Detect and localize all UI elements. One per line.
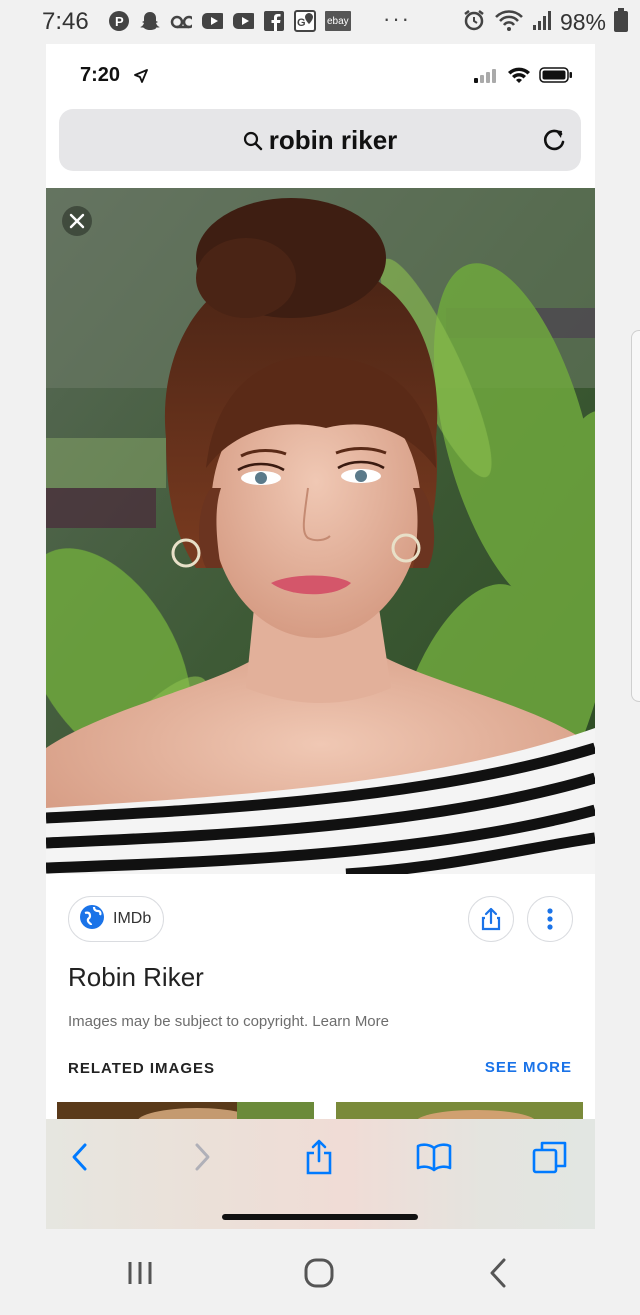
- alarm-icon: [462, 8, 486, 37]
- back-icon: [490, 1258, 506, 1288]
- forward-button[interactable]: [182, 1137, 222, 1177]
- source-chip[interactable]: IMDb: [68, 896, 164, 942]
- edge-panel-handle[interactable]: [631, 330, 640, 702]
- tabs-button[interactable]: [530, 1137, 570, 1177]
- system-indicators: 98%: [462, 8, 628, 37]
- ios-clock: 7:20: [80, 64, 121, 86]
- share-result-button[interactable]: [468, 896, 514, 942]
- home-icon: [304, 1258, 334, 1288]
- cell-signal-icon: [473, 67, 499, 88]
- voicemail-icon: [170, 10, 192, 32]
- related-images-header: RELATED IMAGES: [68, 1060, 216, 1077]
- youtube-icon: [201, 10, 223, 32]
- search-icon: [243, 127, 263, 158]
- youtube-icon: [232, 10, 254, 32]
- svg-text:ebay: ebay: [327, 16, 349, 27]
- battery-percent: 98%: [559, 9, 606, 35]
- svg-text:P: P: [115, 14, 124, 29]
- search-query[interactable]: robin riker: [269, 125, 398, 155]
- chevron-left-icon: [72, 1143, 87, 1171]
- globe-icon: [79, 904, 105, 935]
- more-options-button[interactable]: [527, 896, 573, 942]
- copyright-notice[interactable]: Images may be subject to copyright. Lear…: [68, 1013, 389, 1030]
- book-icon: [416, 1143, 452, 1172]
- wifi-icon: [494, 8, 524, 37]
- battery-icon: [614, 8, 628, 37]
- chevron-right-icon: [195, 1143, 210, 1171]
- result-image[interactable]: [46, 188, 595, 874]
- portrait-photo: [46, 188, 595, 874]
- pandora-icon: P: [108, 10, 130, 32]
- maps-icon: G: [294, 10, 316, 32]
- ios-wifi-icon: [507, 66, 531, 89]
- android-status-bar: 7:46 P G ebay ··· 98%: [0, 0, 640, 44]
- source-label: IMDb: [113, 910, 152, 927]
- safari-toolbar: [46, 1119, 595, 1229]
- ios-status-bar: 7:20: [46, 44, 595, 106]
- share-icon: [306, 1139, 332, 1175]
- android-clock: 7:46: [42, 8, 89, 35]
- result-title[interactable]: Robin Riker: [68, 962, 204, 993]
- svg-text:G: G: [297, 17, 306, 29]
- more-notifications-icon: ···: [383, 6, 411, 31]
- close-image-button[interactable]: [62, 206, 92, 236]
- ios-battery-icon: [539, 66, 573, 89]
- recent-apps-button[interactable]: [118, 1251, 162, 1295]
- close-icon: [69, 213, 85, 229]
- android-nav-bar: [0, 1229, 640, 1315]
- recents-icon: [128, 1262, 152, 1284]
- share-icon: [481, 907, 501, 931]
- notification-icons: P G ebay: [108, 10, 351, 32]
- tabs-icon: [532, 1141, 567, 1174]
- address-bar[interactable]: robin riker: [59, 109, 581, 171]
- snapchat-icon: [139, 10, 161, 32]
- iphone-screenshot: 7:20 robin riker IMDb Robin Riker Images…: [46, 44, 595, 1229]
- see-more-link[interactable]: SEE MORE: [485, 1059, 572, 1076]
- ebay-icon: ebay: [325, 10, 351, 32]
- home-indicator: [222, 1214, 418, 1220]
- location-arrow-icon: [134, 69, 148, 83]
- back-button[interactable]: [60, 1137, 100, 1177]
- more-vert-icon: [547, 908, 553, 930]
- bookmarks-button[interactable]: [414, 1137, 454, 1177]
- facebook-icon: [263, 10, 285, 32]
- home-button[interactable]: [297, 1251, 341, 1295]
- reload-icon[interactable]: [541, 126, 567, 159]
- share-button[interactable]: [299, 1137, 339, 1177]
- android-back-button[interactable]: [476, 1251, 520, 1295]
- signal-icon: [532, 9, 552, 36]
